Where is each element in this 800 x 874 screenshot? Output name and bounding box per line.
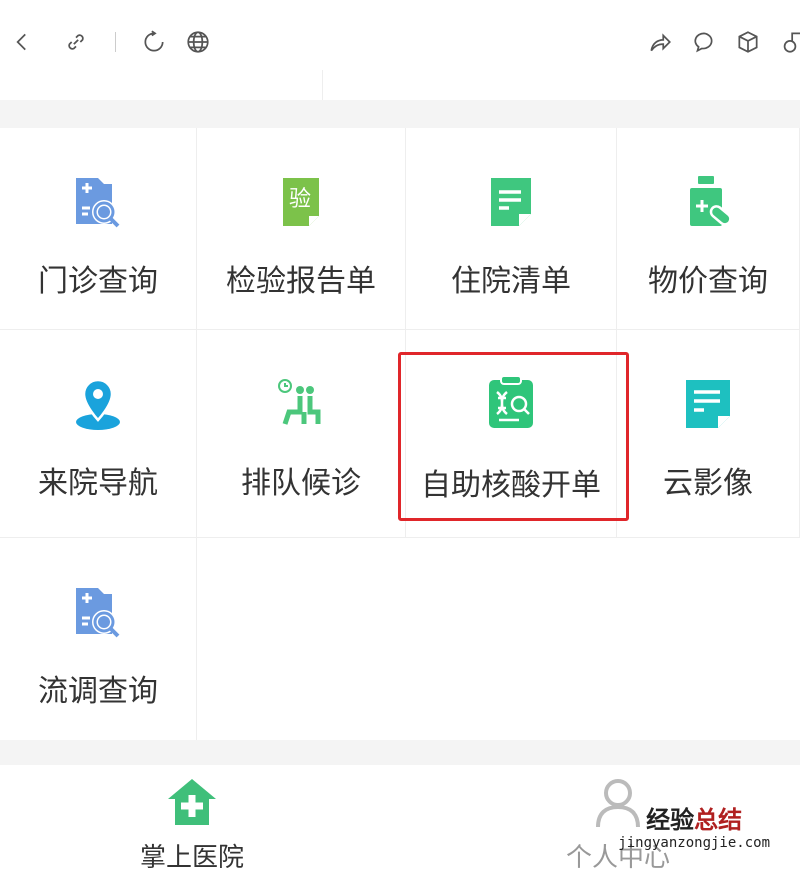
back-icon[interactable] [8, 28, 36, 56]
watermark-text: 经验 [646, 806, 695, 834]
refresh-icon[interactable] [140, 28, 168, 56]
grid-item-label: 门诊查询 [38, 264, 158, 299]
grid-item-label: 物价查询 [648, 264, 768, 299]
divider [115, 32, 116, 52]
nav-item-hospital[interactable]: 掌上医院 [140, 777, 244, 874]
grid-item-label: 住院清单 [451, 264, 571, 299]
grid-item-label: 检验报告单 [226, 264, 376, 299]
grid-item-epidemiology-query[interactable]: 流调查询 [0, 538, 197, 740]
grid-item-label: 流调查询 [38, 674, 158, 709]
cloud-image-doc-icon [686, 380, 730, 428]
mini-program-icon[interactable] [776, 28, 800, 56]
location-pin-icon [76, 378, 120, 430]
chat-icon[interactable] [690, 28, 718, 56]
watermark-text: 总结 [694, 806, 743, 834]
section-gap [0, 740, 800, 765]
grid-item-label: 排队候诊 [241, 466, 361, 501]
grid-item-lab-report[interactable]: 验 检验报告单 [197, 128, 406, 330]
doc-search-icon [76, 178, 120, 228]
watermark: 经验总结 jingyanzongjie.com [618, 800, 770, 851]
doc-search-icon [76, 588, 120, 638]
link-icon[interactable] [62, 28, 90, 56]
share-icon[interactable] [646, 28, 674, 56]
globe-icon[interactable] [184, 28, 212, 56]
grid-item-cloud-imaging[interactable]: 云影像 [617, 330, 800, 538]
lab-report-icon: 验 [283, 178, 319, 226]
svg-text:验: 验 [289, 187, 311, 212]
browser-toolbar [0, 0, 800, 100]
grid-item-inpatient-list[interactable]: 住院清单 [406, 128, 617, 330]
divider [322, 70, 323, 100]
grid-item-price-query[interactable]: 物价查询 [617, 128, 800, 330]
grid-item-nucleic-acid-order[interactable]: 自助核酸开单 [406, 330, 617, 538]
watermark-url: jingyanzongjie.com [618, 835, 770, 851]
dna-clipboard-icon [489, 375, 533, 428]
hospital-home-icon [168, 779, 216, 825]
grid-item-navigation[interactable]: 来院导航 [0, 330, 197, 538]
grid-item-queue[interactable]: 排队候诊 [197, 330, 406, 538]
nav-label: 掌上医院 [140, 843, 245, 873]
waiting-queue-icon [278, 379, 321, 425]
grid-item-label: 云影像 [663, 466, 753, 501]
grid-item-label: 来院导航 [38, 466, 158, 501]
service-grid: 门诊查询 验 检验报告单 住院清单 物价查询 来院导航 排队候诊 自助核酸开单 … [0, 128, 800, 740]
list-doc-icon [491, 178, 531, 226]
cube-icon[interactable] [734, 28, 762, 56]
medicine-bottle-icon [690, 176, 732, 226]
grid-item-outpatient-query[interactable]: 门诊查询 [0, 128, 197, 330]
section-gap [0, 100, 800, 128]
grid-item-label: 自助核酸开单 [421, 468, 601, 503]
